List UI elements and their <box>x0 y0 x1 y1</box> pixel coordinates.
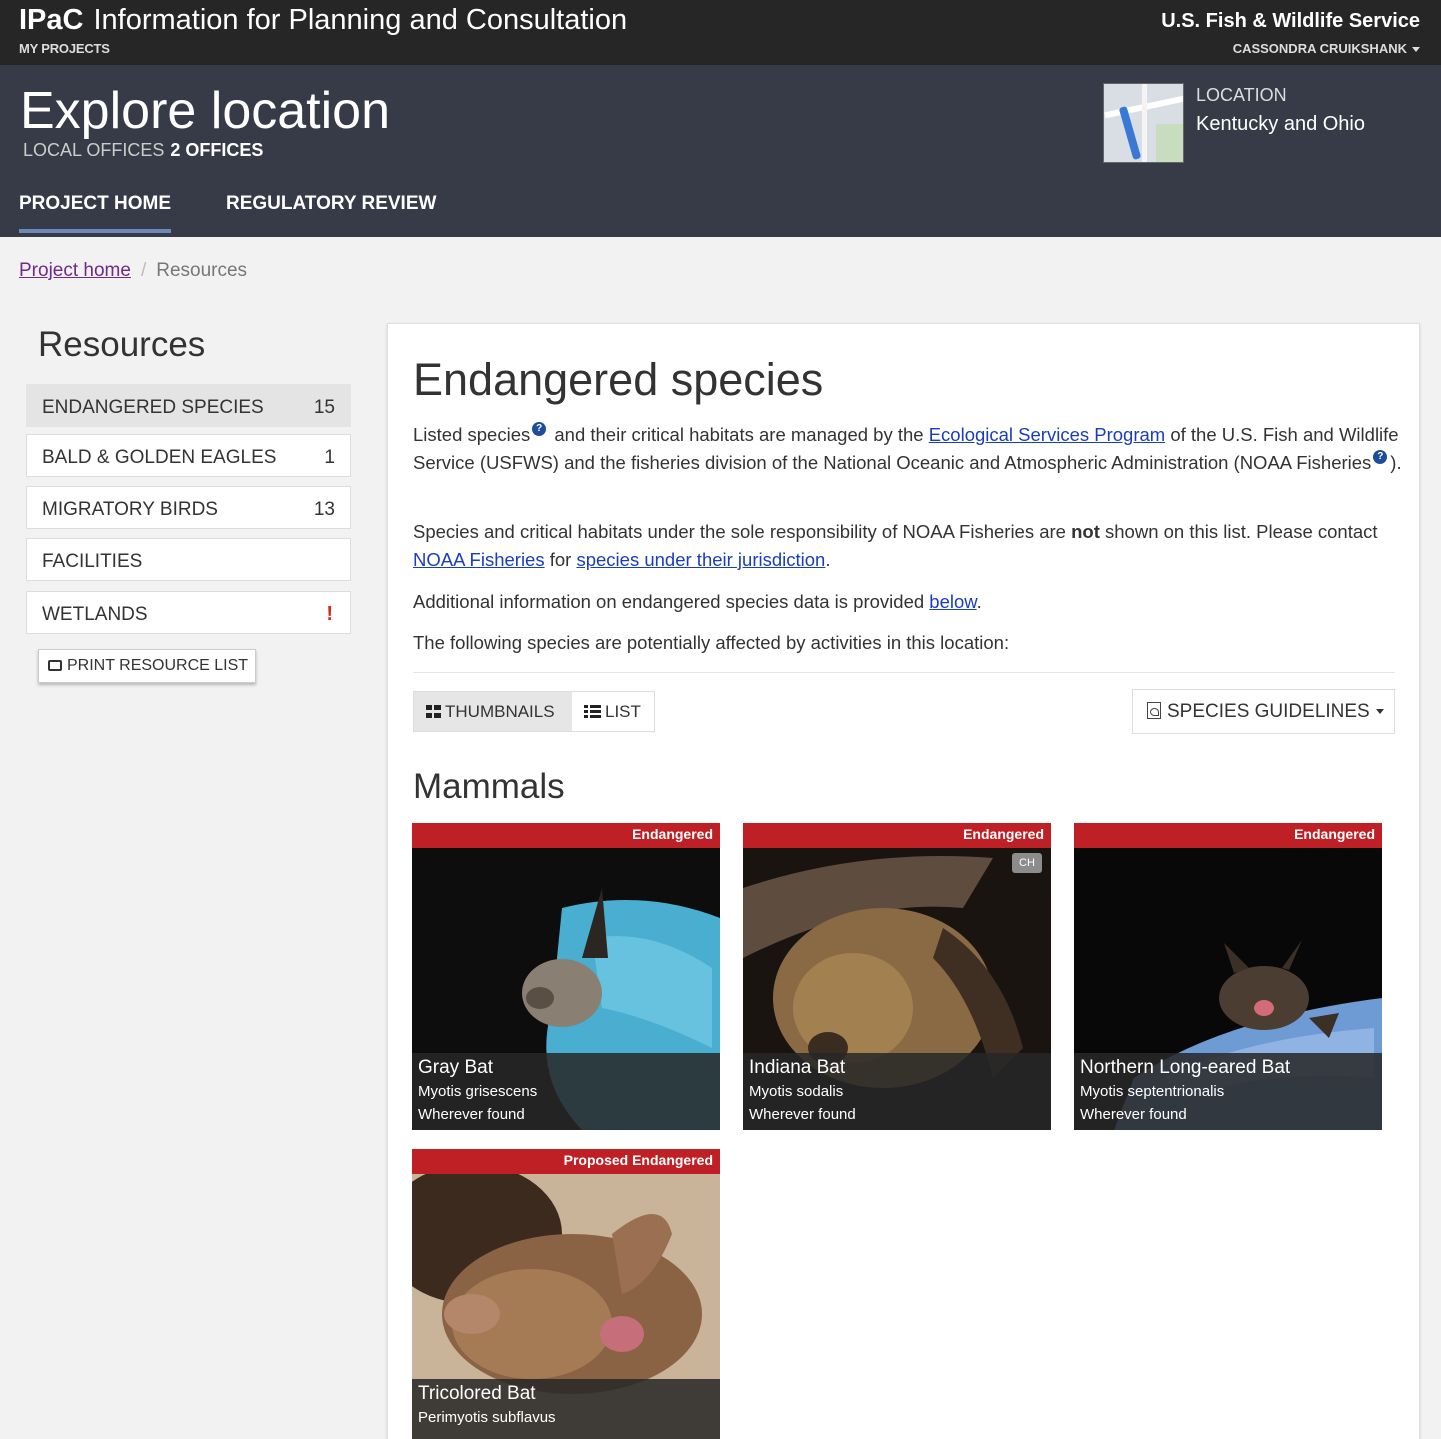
below-link[interactable]: below <box>929 591 976 612</box>
mammals-heading: Mammals <box>413 767 565 806</box>
species-range: Wherever found <box>1080 1106 1187 1123</box>
text-bold: not <box>1071 521 1100 542</box>
species-card-gray-bat[interactable]: Endangered Gray Bat Myotis grisescens Wh… <box>412 823 720 1130</box>
print-label: PRINT RESOURCE LIST <box>67 657 249 674</box>
chevron-down-icon <box>1375 709 1384 715</box>
divider <box>413 672 1395 673</box>
species-caption: Northern Long-eared Bat Myotis septentri… <box>1074 1053 1382 1130</box>
status-badge: Proposed Endangered <box>412 1149 720 1174</box>
text: . <box>825 549 831 570</box>
species-scientific-name: Perimyotis subflavus <box>418 1409 556 1426</box>
local-offices-label: LOCAL OFFICES <box>23 140 165 160</box>
noaa-fisheries-link[interactable]: NOAA Fisheries <box>413 549 545 570</box>
project-header: Explore location LOCAL OFFICES 2 OFFICES … <box>0 65 1441 237</box>
grid-icon <box>426 705 441 718</box>
breadcrumb: Project home / Resources <box>19 260 247 282</box>
status-badge: Endangered <box>412 823 720 848</box>
location-map-thumbnail[interactable] <box>1103 83 1184 163</box>
text: and their critical habitats are managed … <box>549 424 929 445</box>
text: Listed species <box>413 424 531 445</box>
status-badge: Endangered <box>743 823 1051 848</box>
user-name: CASSONDRA CRUIKSHANK <box>1232 41 1407 56</box>
species-range: Wherever found <box>418 1106 525 1123</box>
species-card-indiana-bat[interactable]: Endangered CH Indiana Bat Myotis sodalis… <box>743 823 1051 1130</box>
species-name: Tricolored Bat <box>418 1383 536 1404</box>
sidebar-title: Resources <box>38 325 206 364</box>
species-intro: The following species are potentially af… <box>413 632 1010 653</box>
additional-info-paragraph: Additional information on endangered spe… <box>413 588 1403 616</box>
guidelines-label: SPECIES GUIDELINES <box>1167 701 1370 722</box>
text: ). <box>1390 452 1402 473</box>
location-label: LOCATION <box>1196 85 1287 105</box>
sidebar-item-eagles[interactable]: BALD & GOLDEN EAGLES 1 <box>26 434 351 477</box>
help-icon[interactable]: ? <box>1373 450 1388 464</box>
noaa-paragraph: Species and critical habitats under the … <box>413 518 1403 574</box>
species-scientific-name: Myotis septentrionalis <box>1080 1083 1225 1100</box>
text: . <box>976 591 982 612</box>
sidebar-item-label: WETLANDS <box>42 604 148 625</box>
print-resource-list-button[interactable]: PRINT RESOURCE LIST <box>38 649 256 683</box>
sidebar-item-migratory-birds[interactable]: MIGRATORY BIRDS 13 <box>26 486 351 529</box>
warning-icon: ! <box>326 603 333 625</box>
status-badge: Endangered <box>1074 823 1382 848</box>
location-value: Kentucky and Ohio <box>1196 113 1365 135</box>
sidebar-item-label: ENDANGERED SPECIES <box>42 397 264 418</box>
user-menu[interactable]: CASSONDRA CRUIKSHANK <box>1233 41 1420 56</box>
list-icon <box>584 705 601 718</box>
brand-short: IPaC <box>19 4 84 36</box>
breadcrumb-separator: / <box>140 260 147 281</box>
agency-name: U.S. Fish & Wildlife Service <box>1161 10 1420 32</box>
ecological-services-link[interactable]: Ecological Services Program <box>929 424 1165 445</box>
sidebar-item-count: 13 <box>313 499 335 520</box>
jurisdiction-link[interactable]: species under their jurisdiction <box>576 549 825 570</box>
local-offices[interactable]: LOCAL OFFICES 2 OFFICES <box>23 140 263 161</box>
species-card-tricolored-bat[interactable]: Proposed Endangered Tricolored Bat Perim… <box>412 1149 720 1439</box>
section-title: Endangered species <box>413 354 824 405</box>
sidebar-item-facilities[interactable]: FACILITIES <box>26 538 351 581</box>
page-title: Explore location <box>20 82 390 140</box>
species-range: Wherever found <box>749 1106 856 1123</box>
sidebar-item-label: BALD & GOLDEN EAGLES <box>42 447 277 468</box>
breadcrumb-current: Resources <box>156 260 248 281</box>
help-icon[interactable]: ? <box>532 422 547 436</box>
top-bar: IPaC Information for Planning and Consult… <box>0 0 1441 65</box>
my-projects-link[interactable]: MY PROJECTS <box>19 41 110 56</box>
species-guidelines-dropdown[interactable]: SPECIES GUIDELINES <box>1132 689 1395 734</box>
species-caption: Gray Bat Myotis grisescens Wherever foun… <box>412 1053 720 1130</box>
thumbnails-label: THUMBNAILS <box>445 702 555 721</box>
species-name: Indiana Bat <box>749 1057 846 1078</box>
species-caption: Indiana Bat Myotis sodalis Wherever foun… <box>743 1053 1051 1130</box>
species-scientific-name: Myotis grisescens <box>418 1083 538 1100</box>
list-view-button[interactable]: LIST <box>572 692 654 731</box>
thumbnails-view-button[interactable]: THUMBNAILS <box>414 692 572 731</box>
species-caption: Tricolored Bat Perimyotis subflavus <box>412 1379 720 1439</box>
text: for <box>544 549 577 570</box>
breadcrumb-home-link[interactable]: Project home <box>19 260 131 281</box>
print-icon <box>48 660 62 671</box>
text: shown on this list. Please contact <box>1099 521 1378 542</box>
tab-project-home[interactable]: PROJECT HOME <box>19 193 172 233</box>
critical-habitat-badge: CH <box>1012 853 1042 873</box>
species-name: Gray Bat <box>418 1057 493 1078</box>
chevron-down-icon <box>1412 47 1420 53</box>
list-label: LIST <box>605 702 641 721</box>
species-card-northern-long-eared-bat[interactable]: Endangered Northern Long-eared Bat Myoti… <box>1074 823 1382 1130</box>
local-offices-value: 2 OFFICES <box>170 140 264 160</box>
sidebar-item-count: 15 <box>313 397 335 418</box>
app-brand[interactable]: IPaC Information for Planning and Consult… <box>19 4 627 37</box>
species-name: Northern Long-eared Bat <box>1080 1057 1291 1078</box>
intro-paragraph: Listed species? and their critical habit… <box>413 421 1403 477</box>
text: Additional information on endangered spe… <box>413 591 930 612</box>
sidebar-item-wetlands[interactable]: WETLANDS ! <box>26 591 351 634</box>
text: Species and critical habitats under the … <box>413 521 1072 542</box>
view-toggle: THUMBNAILS LIST <box>413 691 655 732</box>
pdf-icon <box>1147 702 1161 719</box>
sidebar-item-label: FACILITIES <box>42 551 143 572</box>
brand-long: Information for Planning and Consultatio… <box>93 4 628 36</box>
species-scientific-name: Myotis sodalis <box>749 1083 844 1100</box>
sidebar-item-endangered-species[interactable]: ENDANGERED SPECIES 15 <box>26 384 351 427</box>
sidebar-item-count: 1 <box>324 447 335 468</box>
sidebar-item-label: MIGRATORY BIRDS <box>42 499 218 520</box>
tab-regulatory-review[interactable]: REGULATORY REVIEW <box>226 193 436 215</box>
